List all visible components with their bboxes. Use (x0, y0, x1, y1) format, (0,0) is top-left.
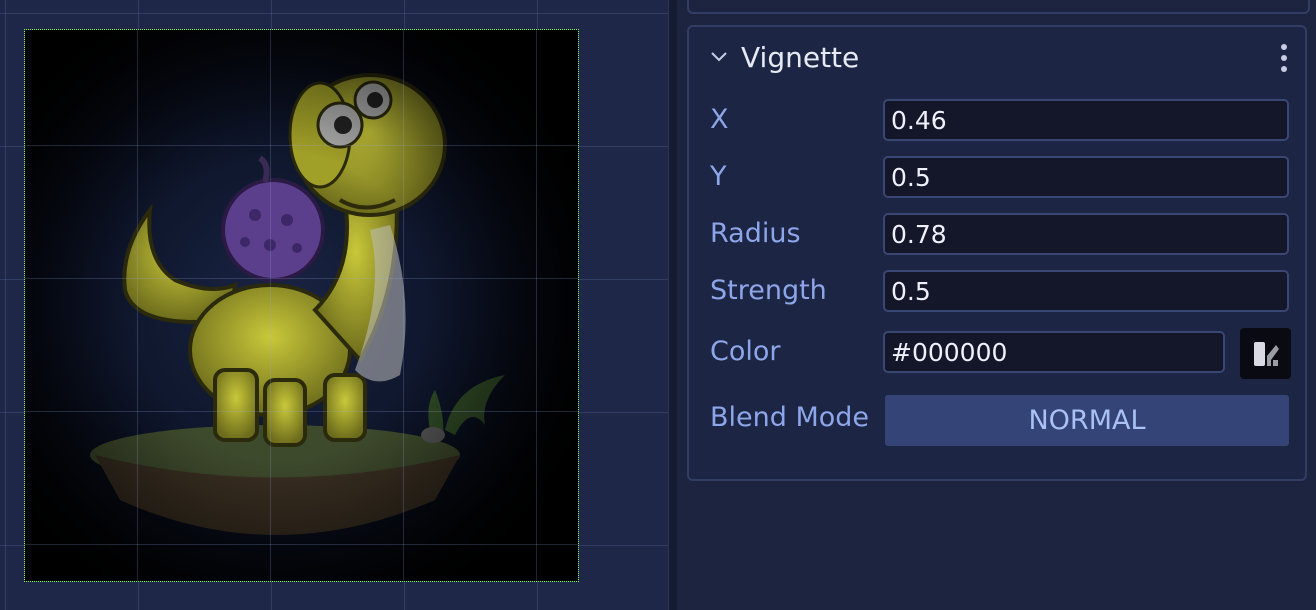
color-input[interactable] (883, 331, 1225, 373)
color-picker-button[interactable] (1240, 328, 1291, 379)
y-label: Y (710, 161, 727, 192)
inspector-panel: Vignette X Y Radius Strength Color (677, 0, 1316, 610)
chevron-down-icon[interactable] (710, 49, 728, 63)
x-label: X (710, 104, 729, 135)
color-picker-icon (1254, 342, 1279, 366)
radius-input[interactable] (883, 213, 1289, 255)
dinosaur-image (25, 30, 578, 581)
strength-label: Strength (710, 275, 827, 306)
x-input[interactable] (883, 99, 1289, 141)
strength-input[interactable] (883, 270, 1289, 312)
blend-mode-select[interactable]: NORMAL (885, 395, 1289, 446)
blend-mode-label: Blend Mode (710, 402, 870, 433)
vignette-section: Vignette X Y Radius Strength Color (687, 25, 1307, 481)
canvas-preview[interactable] (24, 29, 579, 582)
kebab-menu-icon[interactable] (1277, 43, 1291, 73)
section-header[interactable]: Vignette (689, 27, 1305, 87)
radius-label: Radius (710, 218, 801, 249)
y-input[interactable] (883, 156, 1289, 198)
scene-viewport[interactable] (0, 0, 668, 610)
previous-section-card (687, 0, 1310, 14)
section-title: Vignette (741, 41, 860, 74)
color-label: Color (710, 336, 781, 367)
